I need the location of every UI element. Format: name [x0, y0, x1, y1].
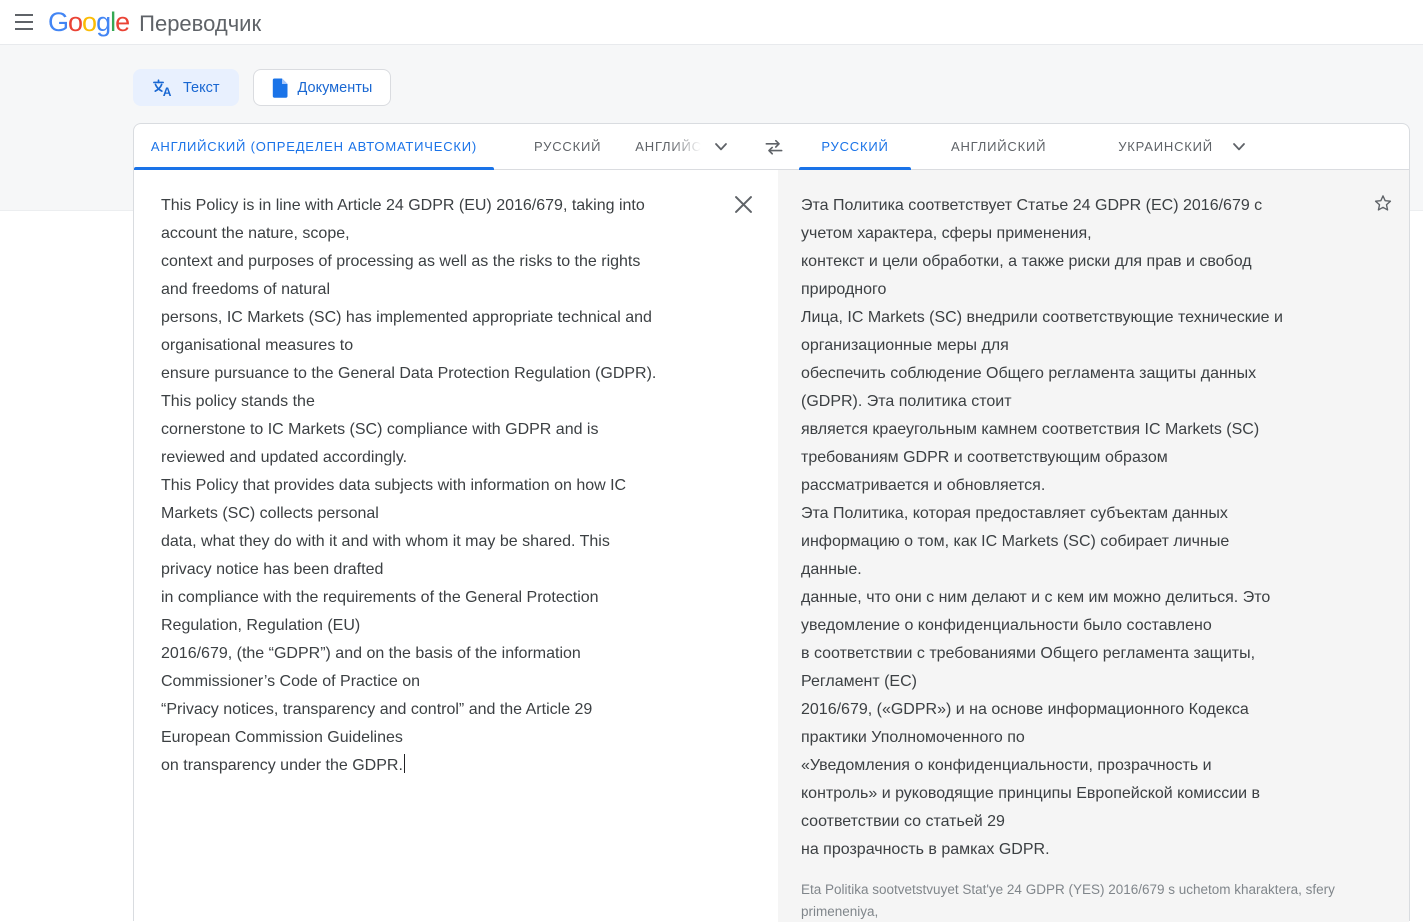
logo-letter: e — [115, 6, 130, 37]
target-text-panel: Эта Политика соответствует Статье 24 GDP… — [778, 170, 1409, 922]
hamburger-menu-icon[interactable] — [4, 2, 44, 42]
tab-label: УКРАИНСКИЙ — [1118, 139, 1213, 154]
translation-panels: This Policy is in line with Article 24 G… — [134, 170, 1409, 922]
tab-target-ukrainian[interactable]: УКРАИНСКИЙ — [1102, 124, 1229, 169]
documents-mode-label: Документы — [297, 79, 373, 96]
tab-target-russian[interactable]: РУССКИЙ — [799, 124, 911, 170]
tab-target-english[interactable]: АНГЛИЙСКИЙ — [935, 124, 1062, 169]
documents-mode-button[interactable]: Документы — [252, 69, 392, 106]
tab-label: АНГЛИЙСКИЙ — [951, 139, 1047, 154]
source-text: This Policy is in line with Article 24 G… — [161, 197, 657, 774]
svg-text:A: A — [163, 85, 172, 98]
logo-letter: G — [48, 6, 69, 37]
language-tabbar: АНГЛИЙСКИЙ (ОПРЕДЕЛЕН АВТОМАТИЧЕСКИ) РУС… — [134, 124, 1409, 170]
logo-letter: o — [82, 6, 97, 37]
tab-label: РУССКИЙ — [821, 139, 889, 154]
hamburger-line — [15, 14, 33, 16]
hamburger-line — [15, 21, 33, 23]
text-cursor — [403, 754, 406, 773]
translate-icon: A — [152, 77, 173, 98]
app-header: Google Переводчик — [0, 0, 1423, 45]
tab-source-detected-english[interactable]: АНГЛИЙСКИЙ (ОПРЕДЕЛЕН АВТОМАТИЧЕСКИ) — [134, 124, 494, 170]
google-logo: Google — [48, 6, 130, 37]
translate-card: АНГЛИЙСКИЙ (ОПРЕДЕЛЕН АВТОМАТИЧЕСКИ) РУС… — [133, 123, 1410, 922]
translated-text: Эта Политика соответствует Статье 24 GDP… — [801, 197, 1283, 858]
text-mode-button[interactable]: A Текст — [133, 69, 239, 106]
source-language-dropdown-chevron-icon[interactable] — [703, 124, 739, 169]
target-language-dropdown-chevron-icon[interactable] — [1221, 124, 1257, 169]
hamburger-line — [15, 28, 33, 30]
source-language-tabs: АНГЛИЙСКИЙ (ОПРЕДЕЛЕН АВТОМАТИЧЕСКИ) РУС… — [134, 124, 783, 170]
tab-source-russian[interactable]: РУССКИЙ — [518, 124, 617, 169]
logo-letter: g — [96, 6, 111, 37]
source-textarea[interactable]: This Policy is in line with Article 24 G… — [161, 192, 722, 780]
target-language-tabs: РУССКИЙ АНГЛИЙСКИЙ УКРАИНСКИЙ — [778, 124, 1409, 170]
document-icon — [272, 78, 288, 98]
google-translate-logo[interactable]: Google Переводчик — [48, 6, 262, 37]
tab-label: АНГЛИЙСКИЙ (ОПРЕДЕЛЕН АВТОМАТИЧЕСКИ) — [150, 139, 478, 154]
transliteration-text: Eta Politika sootvetstvuyet Stat'ye 24 G… — [801, 882, 1339, 919]
tab-label: РУССКИЙ — [534, 139, 602, 154]
save-translation-star-icon[interactable] — [1371, 191, 1395, 215]
tab-fade-overlay — [671, 124, 702, 169]
clear-source-text-close-icon[interactable] — [732, 193, 754, 215]
product-title: Переводчик — [139, 10, 262, 36]
logo-letter: o — [68, 6, 83, 37]
mode-switcher: A Текст Документы — [133, 69, 392, 106]
text-mode-label: Текст — [183, 79, 220, 96]
tab-source-english[interactable]: АНГЛИЙСКИЙ — [635, 124, 702, 169]
source-text-panel[interactable]: This Policy is in line with Article 24 G… — [134, 170, 778, 922]
